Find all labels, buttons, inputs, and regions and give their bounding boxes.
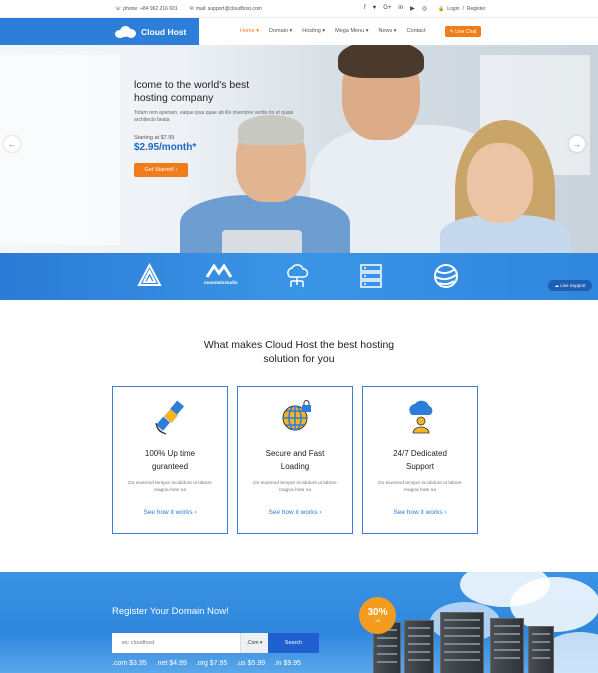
email-text: mail: support@cloudhost.com (195, 6, 262, 12)
social-links: f ♥ G+ in ▶ ◎ (364, 5, 427, 12)
feature-card-security: Secure and Fast Loading Do eiusmod tempo… (237, 386, 353, 534)
hero-subtitle: Totam rem aperiam, eaque ipsa quae ab il… (134, 110, 294, 123)
features-title-line2: solution for you (263, 353, 335, 365)
tld-price: .us $5.99 (236, 660, 266, 667)
discount-badge: 30% off (359, 597, 396, 634)
arrow-left-icon: ← (8, 139, 16, 149)
cloud-logo-icon (115, 25, 137, 38)
phone-icon: ☏ (115, 6, 122, 12)
domain-title: Register Your Domain Now! (112, 606, 229, 617)
live-chat-label: Live Chat (455, 28, 477, 35)
facebook-icon[interactable]: f (364, 5, 366, 12)
slider-prev-button[interactable]: ← (4, 136, 20, 152)
auth-separator: / (462, 6, 464, 12)
main-nav: Home ▾ Domain ▾ Hosting ▾ Mega Menu ▾ Ne… (240, 28, 426, 34)
features-title: What makes Cloud Host the best hosting s… (0, 338, 598, 366)
tld-price: .in $9.95 (274, 660, 301, 667)
linkedin-icon[interactable]: in (398, 5, 403, 12)
nav-hosting[interactable]: Hosting ▾ (302, 28, 325, 34)
domain-search-input[interactable] (112, 633, 240, 653)
top-bar: ☏ phone: +84 962 216 601 ✉ mail: support@c… (0, 0, 598, 18)
hero-title-line1: lcome to the world's best (134, 79, 250, 91)
mountainstudio-logo: mountainstudio (204, 263, 238, 285)
mail-icon: ✉ (189, 6, 194, 12)
card-title: 100% Up time guranteed (113, 447, 227, 473)
register-link[interactable]: Register (467, 6, 486, 12)
login-link[interactable]: Login (447, 6, 459, 12)
phone-text: phone: +84 962 216 601 (123, 6, 178, 12)
globe-logo (433, 263, 459, 289)
live-support-label: Live Support (560, 283, 586, 288)
discount-percent: 30% (367, 607, 388, 618)
tld-price: .com $3.95 (112, 660, 147, 667)
card-title-line1: Secure and Fast (265, 449, 325, 458)
laptop-image (222, 230, 302, 253)
see-how-link[interactable]: See how it works › (113, 509, 227, 516)
nav-news[interactable]: News ▾ (379, 28, 397, 34)
google-plus-icon[interactable]: G+ (383, 5, 391, 12)
satellite-icon (153, 399, 189, 435)
see-how-link[interactable]: See how it works › (363, 509, 477, 516)
feature-card-uptime: 100% Up time guranteed Do eiusmod tempor… (112, 386, 228, 534)
tld-price: .org $7.95 (195, 660, 228, 667)
live-support-button[interactable]: ☁ Live Support (548, 280, 592, 291)
live-chat-button[interactable]: ✎ Live Chat (445, 26, 481, 37)
tld-price: .net $4.99 (155, 660, 187, 667)
card-title-line2: guranteed (151, 462, 189, 471)
nav-mega-menu[interactable]: Mega Menu ▾ (335, 28, 368, 34)
domain-section (0, 572, 598, 673)
discount-off: off (375, 618, 380, 623)
hero-price: $2.95/month* (134, 142, 197, 153)
server-logo (359, 263, 383, 289)
auth-links: 🔒 Login / Register (438, 6, 485, 12)
feature-card-support: 24/7 Dedicated Support Do eiusmod tempor… (362, 386, 478, 534)
domain-search-button[interactable]: Search (268, 633, 319, 653)
card-text: Do eiusmod tempor incididunt ut labore m… (128, 481, 212, 493)
phone-info: ☏ phone: +84 962 216 601 (115, 6, 178, 12)
mountainstudio-caption: mountainstudio (204, 280, 238, 285)
lock-icon: 🔒 (438, 6, 445, 12)
hero-title-line2: hosting company (134, 92, 214, 104)
get-started-button[interactable]: Get Started! › (134, 163, 188, 177)
nav-home[interactable]: Home ▾ (240, 28, 259, 34)
card-title-line2: Support (405, 462, 435, 471)
tld-prices: .com $3.95 .net $4.99 .org $7.95 .us $5.… (112, 660, 301, 667)
instagram-icon[interactable]: ◎ (422, 5, 427, 12)
logo-text: Cloud Host (141, 26, 187, 37)
tld-select[interactable]: .Com ▾ (240, 633, 268, 653)
see-how-link[interactable]: See how it works › (238, 509, 352, 516)
card-title-line1: 100% Up time (144, 449, 196, 458)
cloud-network-logo (283, 263, 311, 291)
email-info[interactable]: ✉ mail: support@cloudhost.com (190, 6, 262, 12)
card-title: Secure and Fast Loading (238, 447, 352, 473)
contact-info: ☏ phone: +84 962 216 601 ✉ mail: support@c… (115, 6, 262, 12)
nav-contact[interactable]: Contact (407, 28, 426, 34)
hero-starting-price: Starting at $7.99 (134, 135, 175, 141)
youtube-icon[interactable]: ▶ (410, 5, 415, 12)
cloud-support-icon (403, 399, 439, 435)
hero-title: lcome to the world's best hosting compan… (134, 79, 294, 105)
card-title-line1: 24/7 Dedicated (393, 449, 447, 458)
hero-slider (0, 45, 598, 253)
nav-domain[interactable]: Domain ▾ (269, 28, 292, 34)
slider-next-button[interactable]: → (569, 136, 585, 152)
card-text: Do eiusmod tempor incididunt ut labore m… (253, 481, 337, 493)
card-title-line2: Loading (280, 462, 310, 471)
card-title: 24/7 Dedicated Support (363, 447, 477, 473)
globe-lock-icon (278, 399, 314, 435)
triangle-logo (137, 263, 162, 288)
card-text: Do eiusmod tempor incididunt ut labore m… (378, 481, 462, 493)
twitter-icon[interactable]: ♥ (373, 5, 377, 12)
site-logo[interactable]: Cloud Host (115, 25, 186, 38)
arrow-right-icon: → (573, 139, 581, 149)
features-title-line1: What makes Cloud Host the best hosting (203, 339, 395, 351)
